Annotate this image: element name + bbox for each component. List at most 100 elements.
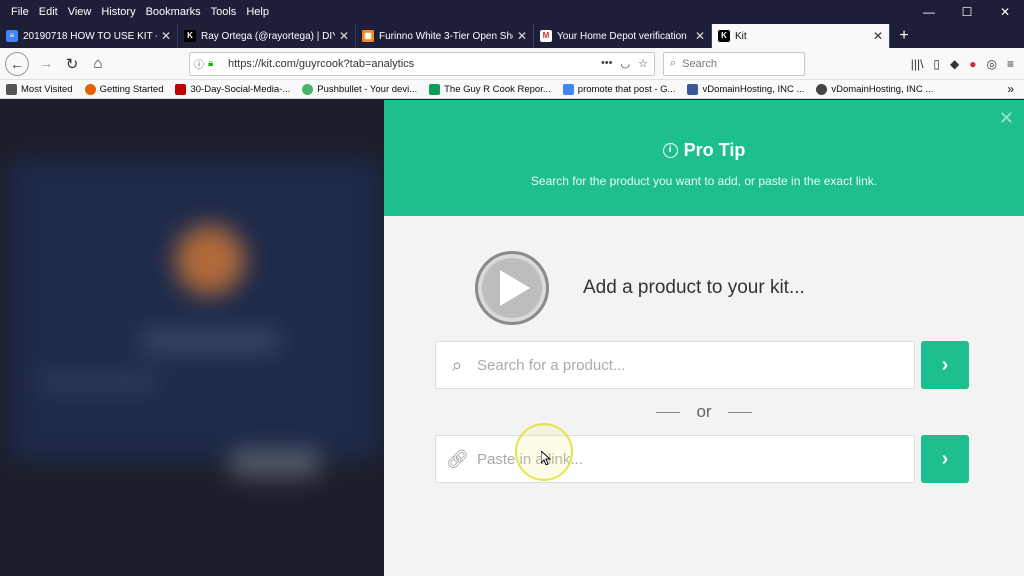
tab-title: Kit	[735, 30, 747, 42]
sync-icon[interactable]: ◎	[987, 57, 997, 71]
star-icon	[6, 83, 17, 95]
bookmark-label: vDomainHosting, INC ...	[831, 83, 934, 95]
menu-items: File Edit View History Bookmarks Tools H…	[0, 6, 274, 18]
search-icon: ⌕	[670, 57, 677, 69]
minimize-button[interactable]: —	[910, 5, 948, 19]
pdf-icon	[175, 83, 187, 95]
pushbullet-icon	[302, 83, 314, 95]
forward-button[interactable]: →	[33, 51, 59, 77]
menu-view[interactable]: View	[63, 6, 97, 18]
kit-icon: K	[718, 30, 730, 42]
shopping-icon: ▦	[362, 30, 374, 42]
play-icon[interactable]	[475, 251, 549, 325]
bookmark-label: Most Visited	[21, 83, 73, 95]
url-bar[interactable]: ⓘ 🔒︎ https://kit.com/guyrcook?tab=analyt…	[189, 51, 655, 76]
close-tab-icon[interactable]: ✕	[873, 29, 883, 43]
bookmark-item[interactable]: promote that post - G...	[557, 83, 682, 95]
search-icon: ⌕	[451, 354, 463, 375]
bookmark-star-icon[interactable]: ☆	[638, 57, 648, 70]
close-tab-icon[interactable]: ✕	[161, 29, 171, 43]
lock-icon: 🔒︎	[208, 58, 214, 69]
tab-how-to-use-kit[interactable]: ≡ 20190718 HOW TO USE KIT - G ✕	[0, 24, 178, 48]
extension-icon[interactable]: ◆	[950, 57, 959, 71]
sidebar-icon[interactable]: ▯	[933, 57, 940, 71]
tab-title: 20190718 HOW TO USE KIT - G	[23, 30, 157, 42]
mouse-pointer-icon	[541, 451, 551, 465]
tab-strip: ≡ 20190718 HOW TO USE KIT - G ✕ K Ray Or…	[0, 24, 1024, 48]
close-window-button[interactable]: ✕	[986, 5, 1024, 19]
bookmark-item[interactable]: Most Visited	[0, 83, 79, 95]
library-icon[interactable]: |||\	[911, 57, 924, 71]
pocket-icon[interactable]: ◡	[621, 57, 631, 70]
window-controls: — ☐ ✕	[910, 5, 1024, 19]
pocket-extension-icon[interactable]: ●	[969, 57, 976, 71]
bookmark-label: vDomainHosting, INC ...	[702, 83, 805, 95]
tab-kit[interactable]: K Kit ✕	[712, 24, 890, 48]
pro-tip-label: Pro Tip	[683, 140, 746, 160]
pro-tip-header: ✕ i Pro Tip Search for the product you w…	[384, 100, 1024, 216]
reload-button[interactable]: ↻	[59, 51, 85, 77]
bookmark-item[interactable]: vDomainHosting, INC ...	[810, 83, 939, 95]
new-tab-button[interactable]: +	[890, 24, 918, 48]
tab-title: Furinno White 3-Tier Open She	[379, 30, 513, 42]
divider-line	[727, 411, 752, 413]
hamburger-menu-icon[interactable]: ≡	[1007, 57, 1014, 71]
product-search-placeholder: Search for a product...	[477, 356, 626, 374]
docs-icon	[562, 83, 574, 95]
search-product-row: ⌕ Search for a product... ›	[435, 341, 969, 389]
tab-ray-ortega[interactable]: K Ray Ortega (@rayortega) | DIY ✕	[178, 24, 356, 48]
url-text[interactable]: https://kit.com/guyrcook?tab=analytics	[222, 58, 601, 70]
bookmark-label: Getting Started	[99, 83, 164, 95]
blurred-background	[0, 100, 384, 576]
tab-home-depot[interactable]: M Your Home Depot verification ✕	[534, 24, 712, 48]
link-go-button[interactable]: ›	[921, 435, 969, 483]
menu-history[interactable]: History	[96, 6, 140, 18]
info-icon[interactable]: ⓘ	[190, 56, 208, 71]
bookmark-item[interactable]: The Guy R Cook Repor...	[423, 83, 557, 95]
or-divider: or	[384, 402, 1024, 422]
pro-tip-subtitle: Search for the product you want to add, …	[530, 174, 878, 188]
link-input[interactable]: 🔗︎ Paste in a link...	[435, 435, 915, 483]
menu-file[interactable]: File	[6, 6, 34, 18]
close-tab-icon[interactable]: ✕	[339, 29, 349, 43]
tab-title: Your Home Depot verification	[557, 30, 687, 42]
browser-window: File Edit View History Bookmarks Tools H…	[0, 0, 1024, 576]
globe-icon	[816, 83, 828, 95]
bookmark-item[interactable]: vDomainHosting, INC ...	[681, 83, 810, 95]
bookmark-item[interactable]: Pushbullet - Your devi...	[296, 83, 423, 95]
gmail-icon: M	[540, 30, 552, 42]
tab-furinno[interactable]: ▦ Furinno White 3-Tier Open She ✕	[356, 24, 534, 48]
tab-title: Ray Ortega (@rayortega) | DIY	[201, 30, 335, 42]
bookmark-label: promote that post - G...	[577, 83, 676, 95]
close-icon[interactable]: ✕	[999, 108, 1014, 129]
more-bookmarks-icon[interactable]: »	[1007, 82, 1024, 96]
bookmark-item[interactable]: Getting Started	[79, 83, 170, 95]
home-button[interactable]: ⌂	[85, 51, 111, 77]
firefox-icon	[84, 83, 96, 95]
menu-edit[interactable]: Edit	[34, 6, 63, 18]
pro-tip-title: i Pro Tip	[384, 140, 1024, 161]
search-go-button[interactable]: ›	[921, 341, 969, 389]
bookmark-label: 30-Day-Social-Media-...	[190, 83, 291, 95]
kit-icon: K	[184, 30, 196, 42]
menu-tools[interactable]: Tools	[206, 6, 242, 18]
page-content: ✕ i Pro Tip Search for the product you w…	[0, 100, 1024, 576]
menu-bookmarks[interactable]: Bookmarks	[141, 6, 206, 18]
search-bar[interactable]: ⌕ Search	[663, 51, 805, 76]
navigation-toolbar: ← → ↻ ⌂ ⓘ 🔒︎ https://kit.com/guyrcook?ta…	[0, 48, 1024, 80]
bookmark-label: Pushbullet - Your devi...	[317, 83, 418, 95]
page-actions-icon[interactable]: •••	[601, 57, 613, 70]
bookmarks-bar: Most Visited Getting Started 30-Day-Soci…	[0, 80, 1024, 99]
maximize-button[interactable]: ☐	[948, 5, 986, 19]
add-product-heading: Add a product to your kit...	[583, 277, 805, 298]
or-label: or	[696, 402, 712, 421]
menu-help[interactable]: Help	[241, 6, 274, 18]
product-search-input[interactable]: ⌕ Search for a product...	[435, 341, 915, 389]
back-button[interactable]: ←	[5, 51, 29, 76]
search-placeholder: Search	[682, 57, 718, 70]
bookmark-item[interactable]: 30-Day-Social-Media-...	[169, 83, 296, 95]
hosting-icon	[687, 83, 699, 95]
close-tab-icon[interactable]: ✕	[517, 29, 527, 43]
close-tab-icon[interactable]: ✕	[695, 29, 705, 43]
docs-icon: ≡	[6, 30, 18, 42]
